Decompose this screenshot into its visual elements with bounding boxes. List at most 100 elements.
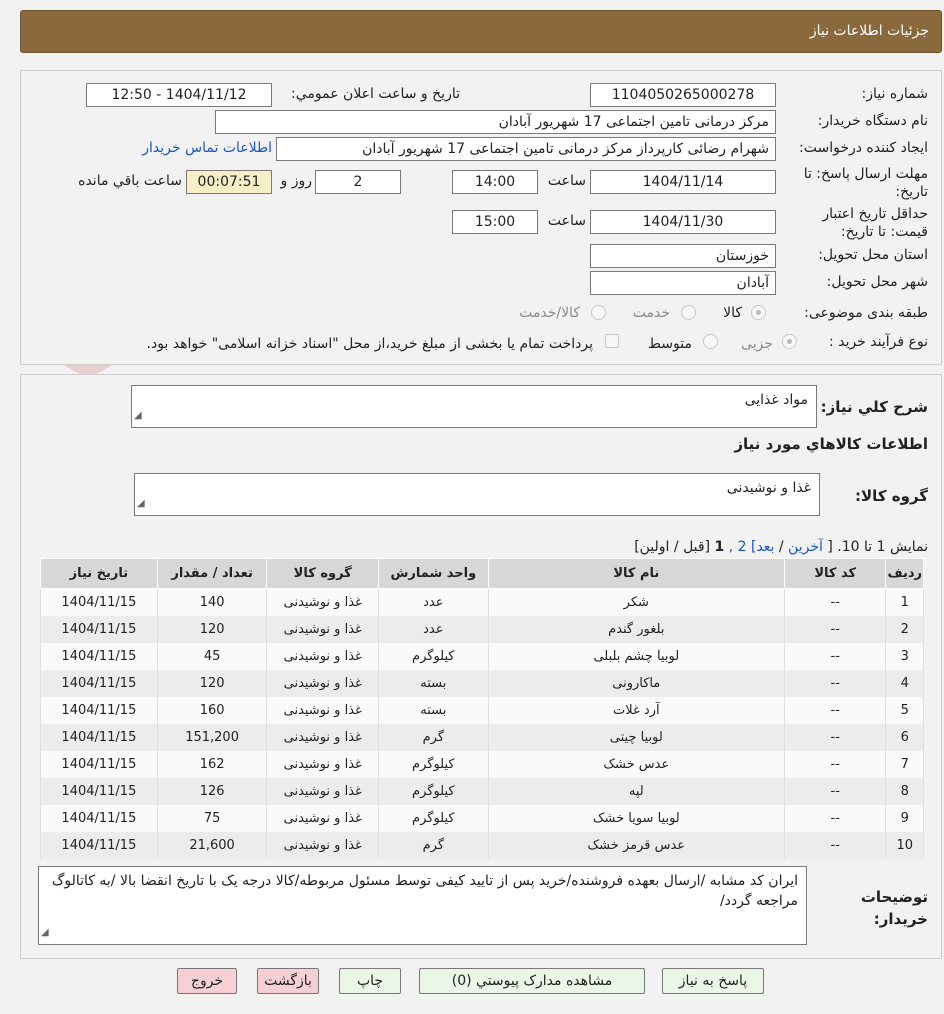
cell-row-no: 9 [885,804,924,832]
print-button[interactable]: چاپ [339,968,401,994]
table-body: 1 -- شکر عدد غذا و نوشیدنی 140 1404/11/15 2 -- بل… [40,588,924,859]
cell-unit: گرم [378,831,489,859]
cell-qty: 126 [156,777,268,805]
cell-name: لوبیا چیتی [487,723,785,751]
cell-code: -- [783,804,887,832]
table-row: 2 -- بلغور گندم عدد غذا و نوشیدنی 120 1404/11/… [40,615,924,643]
category-goods-label: کالا [723,305,742,321]
cell-group: غذا و نوشیدنی [266,804,379,832]
need-number-field: 1104050265000278 [590,83,776,107]
cell-name: بلغور گندم [487,615,785,643]
cell-date: 1404/11/15 [40,723,158,751]
goods-table: ردیف کد کالا نام کالا واحد شمارش گروه کا… [40,558,924,859]
cell-unit: کیلوگرم [378,642,489,670]
col-header-qty: تعداد / مقدار [156,558,268,589]
cell-code: -- [783,696,887,724]
pager-prev-first: [قبل / اولین] [634,539,711,555]
cell-group: غذا و نوشیدنی [266,777,379,805]
reply-button[interactable]: پاسخ به نیاز [662,968,764,994]
col-header-date: تاریخ نیاز [40,558,158,589]
deadline-time-label: ساعت [547,173,586,189]
cell-code: -- [783,777,887,805]
category-label: طبقه بندی موضوعی: [804,305,928,321]
pager-page2-link[interactable]: ] 2 , [729,539,757,555]
buyer-org-field: مرکز درمانی تامین اجتماعی 17 شهریور آباد… [215,110,776,134]
remaining-time-field: 00:07:51 [186,170,272,194]
cell-date: 1404/11/15 [40,588,158,616]
treasury-payment-checkbox[interactable] [605,334,619,348]
cell-unit: گرم [378,723,489,751]
general-desc-text: مواد غذایی [744,392,808,408]
cell-name: آرد غلات [487,696,785,724]
buyer-notes-label: توضیحات خریدار: [860,888,928,928]
cell-date: 1404/11/15 [40,804,158,832]
contact-info-link[interactable]: اطلاعات تماس خریدار [142,140,272,156]
cell-group: غذا و نوشیدنی [266,588,379,616]
cell-group: غذا و نوشیدنی [266,696,379,724]
deadline-date-field: 1404/11/14 [590,170,776,194]
need-number-label: شماره نیاز: [861,86,929,102]
cell-code: -- [783,831,887,859]
table-row: 8 -- لپه کیلوگرم غذا و نوشیدنی 126 1404/11/15 [40,777,924,805]
cell-qty: 120 [156,669,268,697]
goods-info-title: اطلاعات کالاهاي مورد نیاز [734,435,928,453]
cell-name: عدس قرمز خشک [487,831,785,859]
cell-name: لوبیا سویا خشک [487,804,785,832]
province-label: استان محل تحویل: [818,247,928,263]
pager-last-link[interactable]: آخرین [788,539,823,555]
cell-unit: عدد [378,588,489,616]
cell-qty: 45 [156,642,268,670]
pager-slash: / [778,539,784,555]
cell-name: لوبیا چشم بلبلی [487,642,785,670]
days-field: 2 [315,170,401,194]
process-minor-radio[interactable] [782,334,797,349]
col-header-row-no: ردیف [885,558,924,589]
col-header-code: کد کالا [783,558,887,589]
table-row: 3 -- لوبیا چشم بلبلی کیلوگرم غذا و نوشیدنی 45… [40,642,924,670]
table-row: 10 -- عدس قرمز خشک گرم غذا و نوشیدنی 21,600 14… [40,831,924,859]
process-medium-radio[interactable] [703,334,718,349]
requester-field: شهرام رضائی کارپرداز مرکز درمانی تامین ا… [276,137,776,161]
cell-group: غذا و نوشیدنی [266,615,379,643]
table-header-row: ردیف کد کالا نام کالا واحد شمارش گروه کا… [40,558,924,589]
category-service-radio[interactable] [681,305,696,320]
cell-code: -- [783,750,887,778]
days-label: روز و [280,173,313,189]
cell-unit: کیلوگرم [378,804,489,832]
back-button[interactable]: بازگشت [257,968,319,994]
table-row: 6 -- لوبیا چیتی گرم غذا و نوشیدنی 151,200 1404… [40,723,924,751]
goods-group-label: گروه کالا: [855,487,928,505]
cell-unit: بسته [378,669,489,697]
pager-next-link[interactable]: بعد [756,539,774,555]
cell-name: لپه [487,777,785,805]
col-header-group: گروه کالا [266,558,379,589]
validity-date-field: 1404/11/30 [590,210,776,234]
announce-label: تاریخ و ساعت اعلان عمومي: [291,86,460,102]
cell-unit: عدد [378,615,489,643]
cell-unit: بسته [378,696,489,724]
exit-button[interactable]: خروج [177,968,237,994]
cell-row-no: 7 [885,750,924,778]
category-service-label: خدمت [632,305,670,321]
general-desc-field: مواد غذایی ◢ [131,385,817,428]
cell-row-no: 8 [885,777,924,805]
cell-row-no: 1 [885,588,924,616]
cell-date: 1404/11/15 [40,831,158,859]
cell-group: غذا و نوشیدنی [266,831,379,859]
validity-time-label: ساعت [547,213,586,229]
resize-grip-icon: ◢ [134,410,142,421]
province-field: خوزستان [590,244,776,268]
deadline-time-field: 14:00 [452,170,538,194]
category-goods-radio[interactable] [751,305,766,320]
cell-group: غذا و نوشیدنی [266,750,379,778]
remaining-label: ساعت باقي مانده [78,173,182,189]
pager-open-bracket: [ [827,539,833,555]
cell-date: 1404/11/15 [40,669,158,697]
cell-qty: 151,200 [156,723,268,751]
cell-group: غذا و نوشیدنی [266,723,379,751]
title-bar: جزئیات اطلاعات نیاز [20,10,942,53]
cell-date: 1404/11/15 [40,750,158,778]
table-row: 9 -- لوبیا سویا خشک کیلوگرم غذا و نوشیدنی 75 1… [40,804,924,832]
category-goods-service-radio[interactable] [591,305,606,320]
view-attachments-button[interactable]: مشاهده مدارک پیوستي (0) [419,968,645,994]
